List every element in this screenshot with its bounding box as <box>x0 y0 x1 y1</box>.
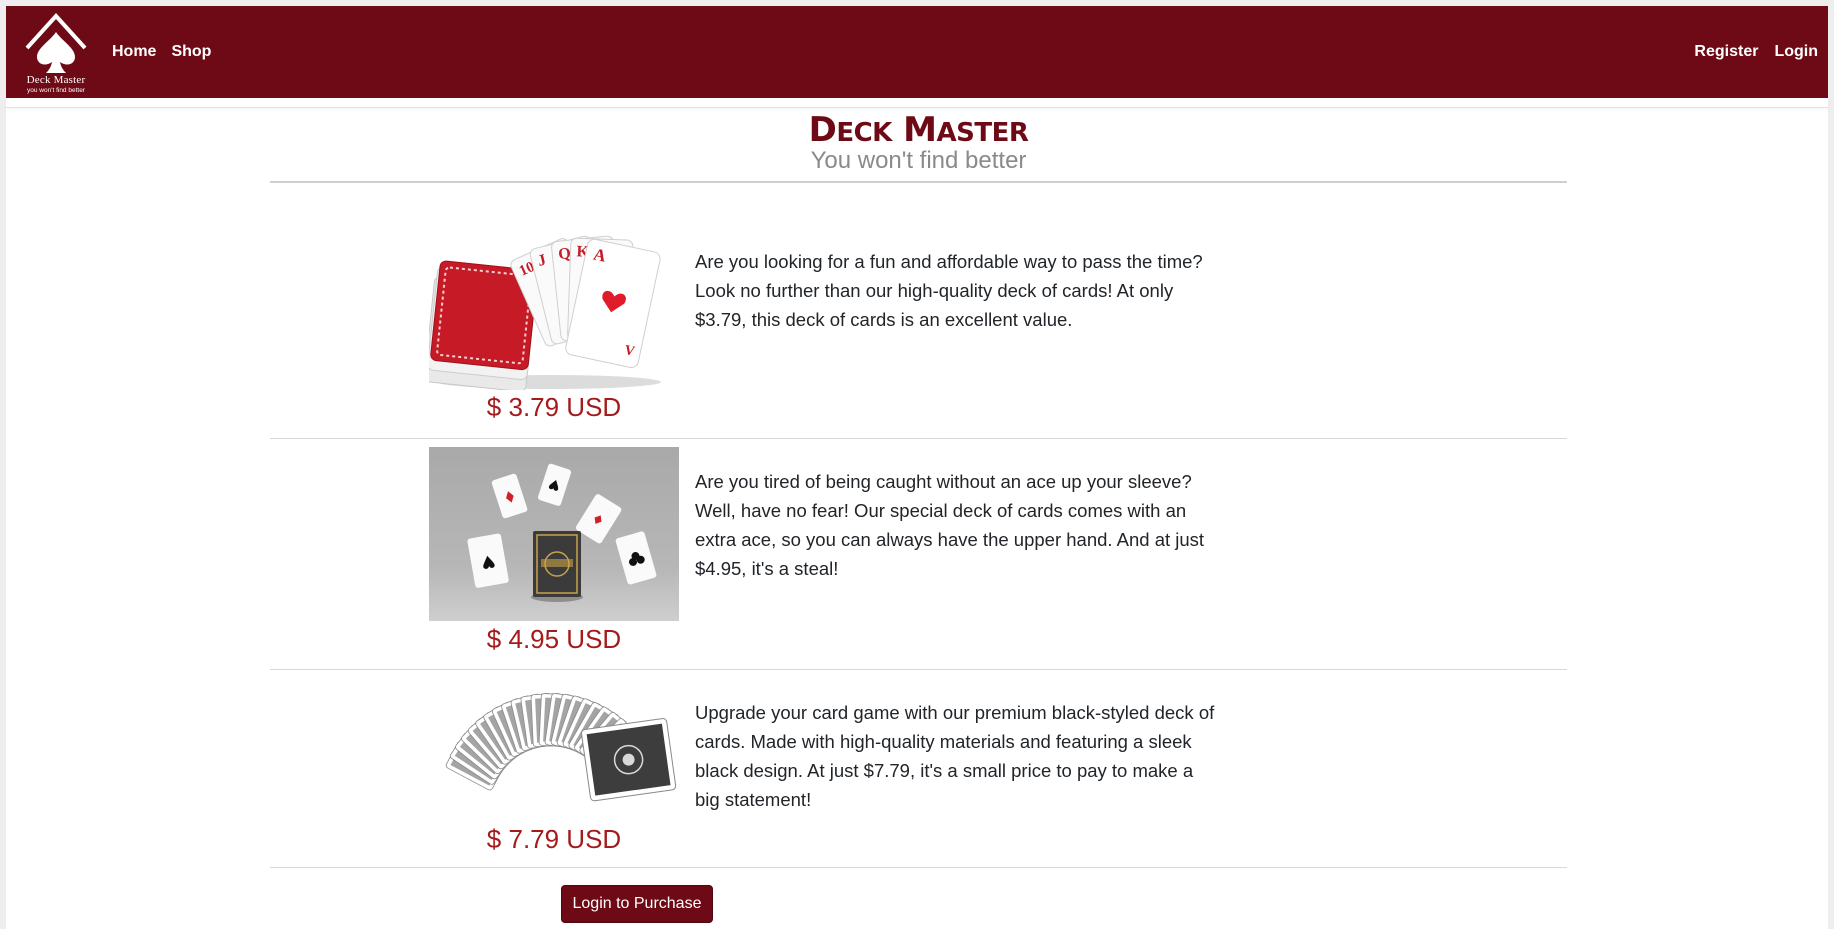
product-price-2: $ 4.95 USD <box>486 624 622 654</box>
nav-register-link[interactable]: Register <box>1694 43 1758 61</box>
product-description-3: Upgrade your card game with our premium … <box>695 702 1215 810</box>
fanned-black-deck-image <box>429 678 679 818</box>
top-navbar: Deck Master you won't find better Home S… <box>6 6 1828 98</box>
page-title: DECK MASTER <box>808 110 1029 150</box>
header-divider <box>270 181 1567 183</box>
nav-shop-link[interactable]: Shop <box>171 43 211 61</box>
login-to-purchase-button[interactable]: Login to Purchase <box>561 885 713 923</box>
nav-left-links: Home Shop <box>112 6 211 98</box>
floating-aces-deck-image <box>429 447 679 621</box>
nav-divider <box>6 98 1828 108</box>
nav-right-links: Register Login <box>1694 6 1818 98</box>
page-subtitle: You won't find better <box>810 147 1027 174</box>
nav-home-link[interactable]: Home <box>112 43 156 61</box>
brand-tagline: you won't find better <box>27 87 85 94</box>
product-divider-3 <box>270 867 1567 868</box>
royal-flush-cards-image: 10 J Q K AV <box>424 222 679 392</box>
product-price-3: $ 7.79 USD <box>486 824 622 854</box>
product-divider-2 <box>270 669 1567 670</box>
svg-text:Q: Q <box>557 245 571 263</box>
product-price-1: $ 3.79 USD <box>486 392 622 422</box>
nav-login-link[interactable]: Login <box>1774 43 1818 61</box>
product-divider-1 <box>270 438 1567 439</box>
page-header: DECK MASTER You won't find better <box>270 112 1567 174</box>
spade-logo-icon <box>25 13 87 73</box>
brand-name: Deck Master <box>26 74 86 86</box>
brand-logo[interactable]: Deck Master you won't find better <box>19 10 93 96</box>
product-description-1: Are you looking for a fun and affordable… <box>695 251 1203 330</box>
product-description-2: Are you tired of being caught without an… <box>695 471 1205 579</box>
